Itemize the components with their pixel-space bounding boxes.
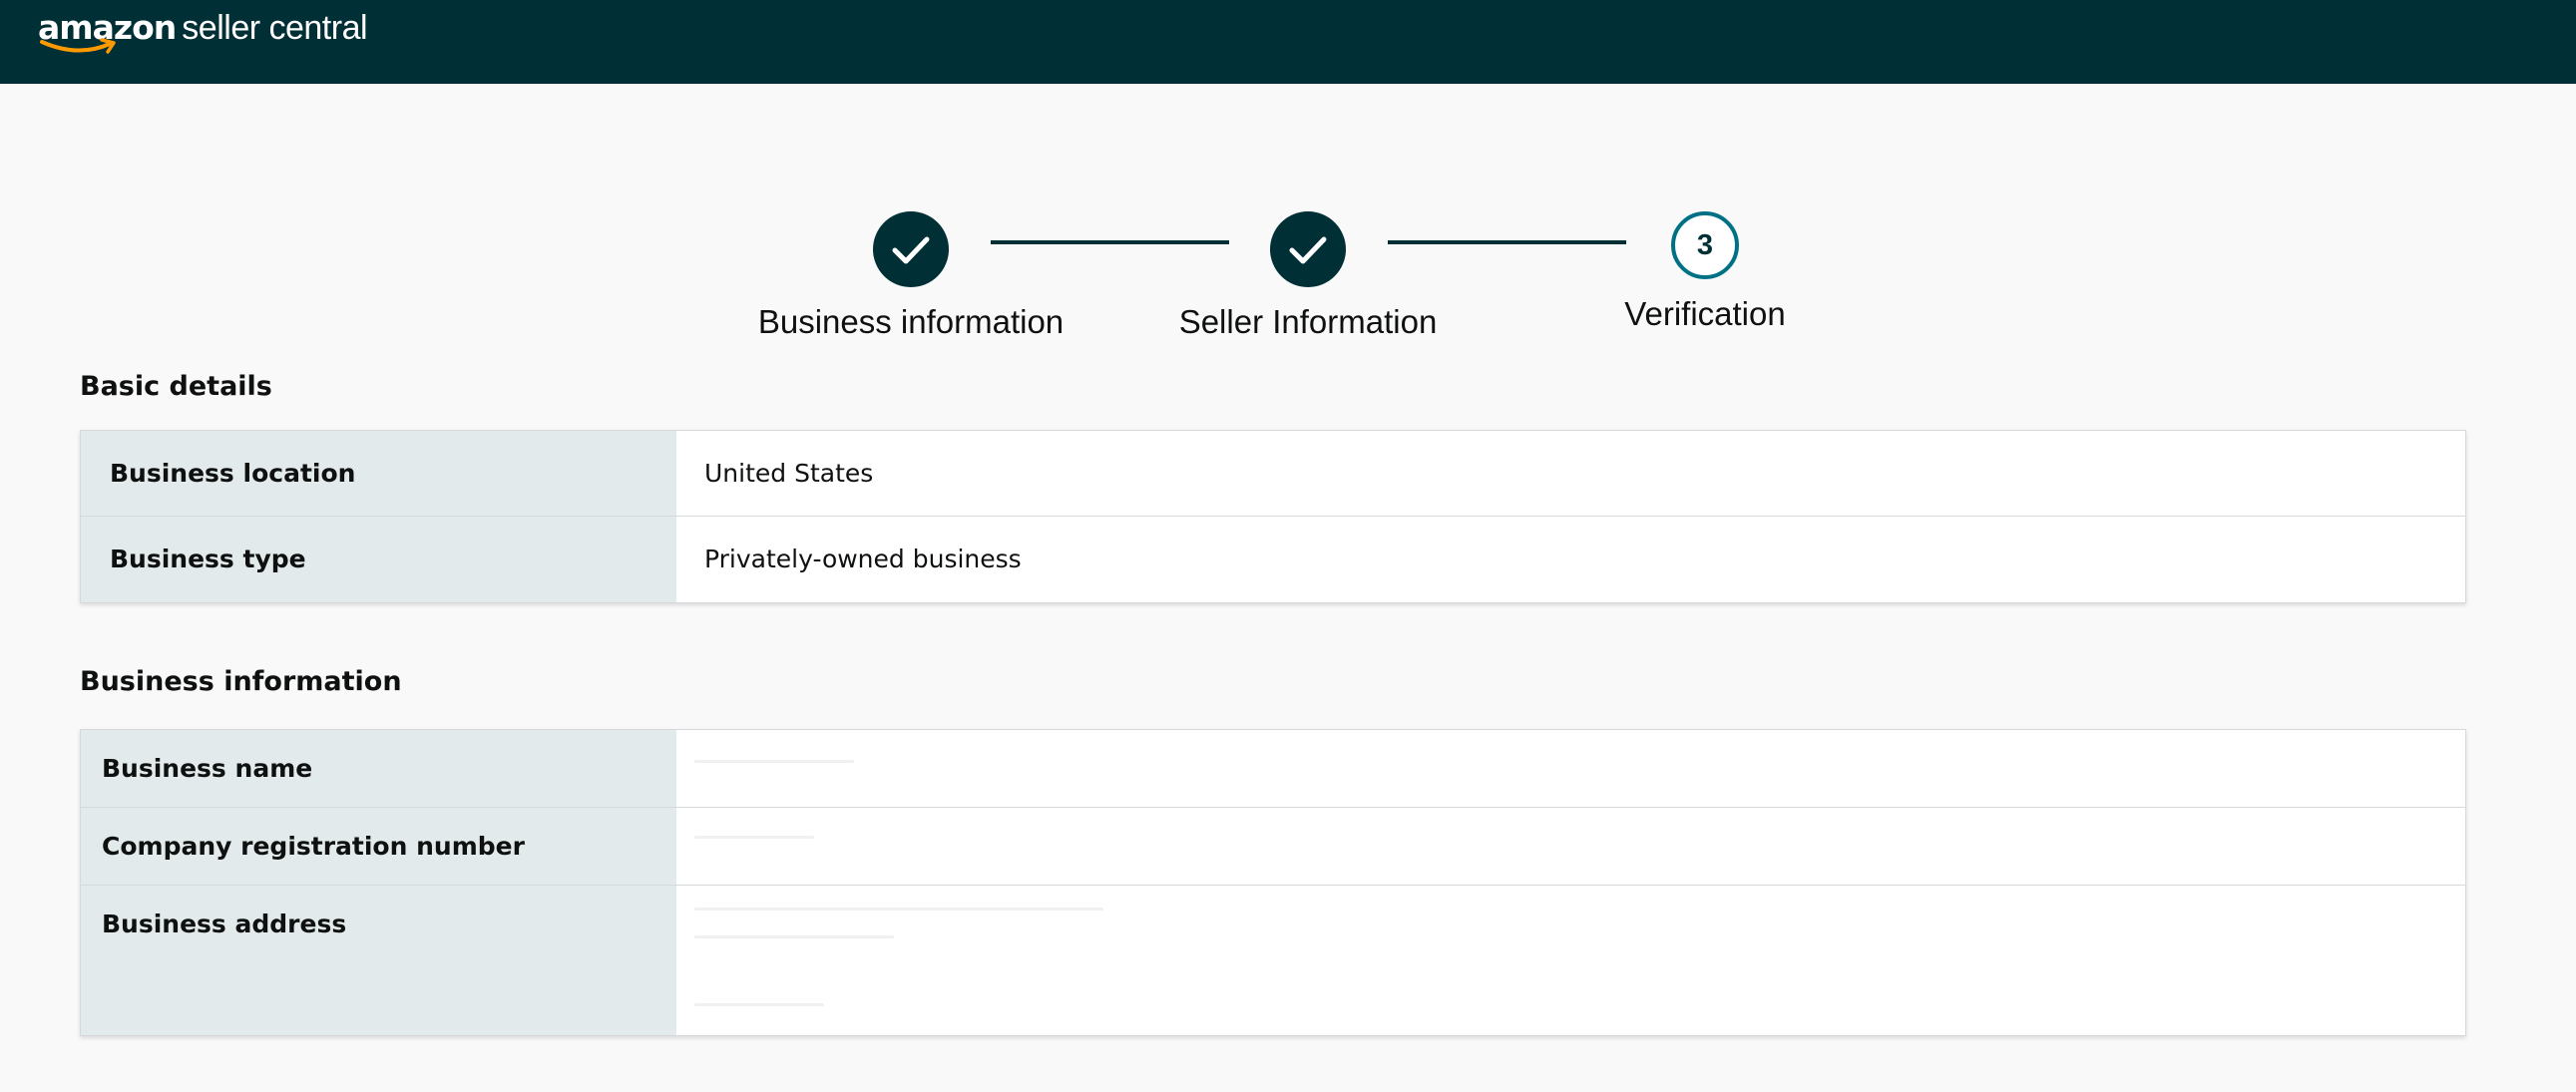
row-value: Privately-owned business bbox=[704, 545, 1022, 573]
step-1-complete-indicator bbox=[873, 211, 949, 287]
step-label-seller-information: Seller Information bbox=[1178, 303, 1438, 340]
table-row: Business location United States bbox=[81, 431, 2465, 517]
basic-details-table: Business location United States Business… bbox=[80, 430, 2466, 603]
table-row: Business type Privately-owned business bbox=[81, 517, 2465, 602]
table-row: Company registration number bbox=[81, 808, 2465, 886]
row-label: Company registration number bbox=[81, 808, 676, 885]
redaction-mark bbox=[694, 908, 1103, 910]
step-connector-2 bbox=[1388, 240, 1626, 244]
step-number: 3 bbox=[1696, 228, 1714, 261]
redacted-value bbox=[676, 808, 2465, 885]
table-row: Business name bbox=[81, 730, 2465, 808]
redaction-mark bbox=[694, 836, 814, 839]
redaction-mark bbox=[694, 760, 854, 763]
step-label-business-information: Business information bbox=[757, 303, 1065, 340]
step-label-verification: Verification bbox=[1624, 295, 1786, 332]
row-value: United States bbox=[704, 459, 874, 488]
registration-progress-stepper: 3 Business information Seller Informatio… bbox=[0, 199, 2576, 359]
redacted-value bbox=[676, 730, 2465, 807]
step-connector-1 bbox=[991, 240, 1229, 244]
section-title-basic-details: Basic details bbox=[80, 371, 272, 402]
step-3-current-indicator: 3 bbox=[1671, 211, 1739, 279]
redacted-value bbox=[676, 886, 2465, 1035]
row-label: Business name bbox=[81, 730, 676, 807]
redaction-mark bbox=[694, 935, 894, 938]
row-label: Business location bbox=[81, 431, 676, 516]
section-title-business-information: Business information bbox=[80, 666, 402, 697]
checkmark-icon bbox=[1289, 236, 1327, 264]
checkmark-icon bbox=[892, 236, 930, 264]
step-2-complete-indicator bbox=[1270, 211, 1346, 287]
row-label: Business type bbox=[81, 517, 676, 602]
redaction-mark bbox=[694, 1003, 824, 1006]
row-label: Business address bbox=[81, 886, 676, 1035]
business-information-table: Business name Company registration numbe… bbox=[80, 729, 2466, 1036]
top-navigation-bar: amazon seller central bbox=[0, 0, 2576, 84]
amazon-smile-icon bbox=[40, 38, 116, 54]
logo-product-text: seller central bbox=[182, 9, 368, 47]
table-row: Business address bbox=[81, 886, 2465, 1035]
